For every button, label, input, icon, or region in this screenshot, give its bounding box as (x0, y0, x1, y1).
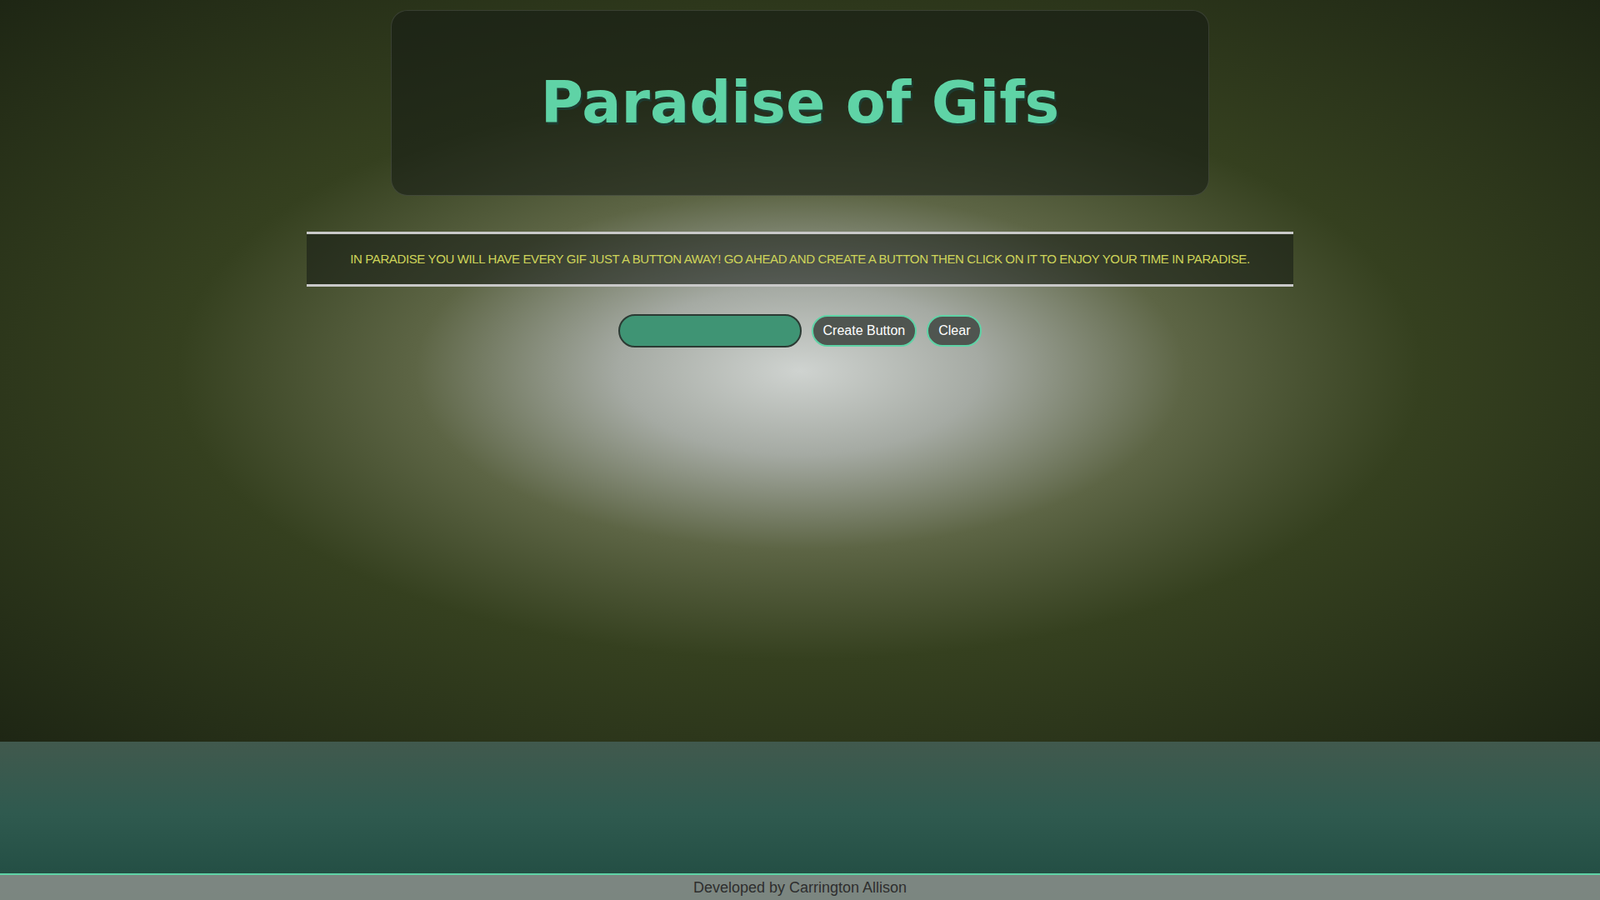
header-panel: Paradise of Gifs (390, 10, 1210, 196)
page: Paradise of Gifs IN PARADISE YOU WILL HAV… (0, 0, 1600, 900)
clear-button[interactable]: Clear (926, 315, 982, 347)
topic-input[interactable] (618, 314, 802, 348)
footer: Developed by Carrington Allison (0, 873, 1600, 900)
button-form: Create ButtonClear (618, 314, 983, 348)
create-button[interactable]: Create Button (811, 315, 918, 347)
tagline-strip: IN PARADISE YOU WILL HAVE EVERY GIF JUST… (306, 231, 1294, 287)
site-title: Paradise of Gifs (540, 66, 1060, 140)
footer-text: Developed by Carrington Allison (693, 876, 907, 900)
tagline: IN PARADISE YOU WILL HAVE EVERY GIF JUST… (350, 250, 1250, 270)
